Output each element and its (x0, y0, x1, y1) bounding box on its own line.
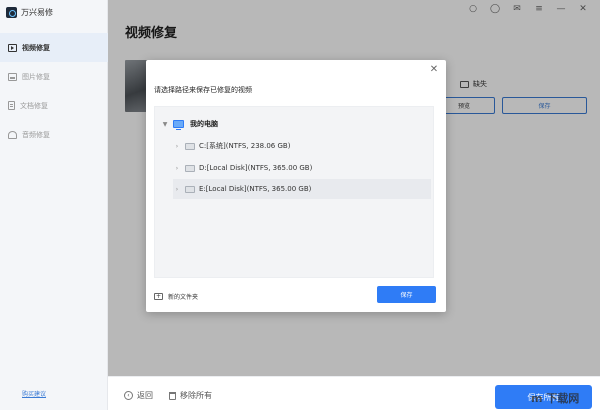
app-logo-icon (6, 6, 17, 18)
drive-label: C:[系统](NTFS, 238.06 GB) (199, 142, 291, 150)
drive-icon (185, 142, 195, 150)
sidebar-item-label: 音频修复 (22, 130, 50, 139)
sidebar-nav: 视频修复 图片修复 文档修复 音频修复 (0, 33, 108, 149)
chevron-right-icon[interactable]: › (173, 143, 181, 150)
folder-tree: ▼ 我的电脑 › C:[系统](NTFS, 238.06 GB) › D:[Lo… (154, 106, 434, 278)
document-icon (8, 101, 15, 110)
remove-all-label: 移除所有 (180, 391, 212, 400)
bottom-bar: ‹ 返回 移除所有 保存所有 (108, 376, 600, 410)
trash-icon (169, 391, 176, 400)
remove-all-button[interactable]: 移除所有 (169, 390, 212, 401)
sidebar-item-label: 文档修复 (20, 101, 48, 110)
drive-row-d[interactable]: › D:[Local Disk](NTFS, 365.00 GB) (173, 158, 431, 178)
brand: 万兴易修 (6, 5, 53, 19)
new-folder-button[interactable]: + 新的文件夹 (154, 292, 198, 301)
drive-icon (185, 164, 195, 172)
app-name: 万兴易修 (21, 7, 53, 17)
drive-label: E:[Local Disk](NTFS, 365.00 GB) (199, 185, 312, 193)
back-arrow-icon: ‹ (124, 391, 133, 400)
audio-icon (8, 130, 17, 139)
dialog-title: 请选择路径来保存已修复的视频 (154, 86, 252, 94)
tutorial-link[interactable]: 购买建议 (22, 389, 46, 398)
save-path-dialog: ✕ 请选择路径来保存已修复的视频 ▼ 我的电脑 › C:[系统](NTFS, 2… (146, 60, 446, 312)
tree-root-label: 我的电脑 (190, 120, 218, 128)
computer-icon (173, 120, 184, 130)
sidebar: 万兴易修 视频修复 图片修复 文档修复 音频修复 购买建议 (0, 0, 108, 410)
drive-row-e[interactable]: › E:[Local Disk](NTFS, 365.00 GB) (173, 179, 431, 199)
back-label: 返回 (137, 391, 153, 400)
sidebar-item-video-repair[interactable]: 视频修复 (0, 33, 108, 62)
close-icon[interactable]: ✕ (429, 65, 439, 75)
image-icon (8, 72, 17, 81)
drive-icon (185, 185, 195, 193)
sidebar-item-photo-repair[interactable]: 图片修复 (0, 62, 108, 91)
sidebar-item-audio-repair[interactable]: 音频修复 (0, 120, 108, 149)
drive-row-c[interactable]: › C:[系统](NTFS, 238.06 GB) (173, 136, 431, 156)
tree-root-my-computer[interactable]: ▼ 我的电脑 (161, 117, 218, 131)
sidebar-item-label: 图片修复 (22, 72, 50, 81)
chevron-right-icon[interactable]: › (173, 186, 181, 193)
watermark: m 下载网 (531, 392, 580, 405)
chevron-right-icon[interactable]: › (173, 165, 181, 172)
new-folder-icon: + (154, 293, 163, 300)
new-folder-label: 新的文件夹 (168, 294, 199, 301)
sidebar-item-label: 视频修复 (22, 43, 50, 52)
sidebar-item-document-repair[interactable]: 文档修复 (0, 91, 108, 120)
drive-label: D:[Local Disk](NTFS, 365.00 GB) (199, 164, 313, 172)
video-icon (8, 43, 17, 52)
back-button[interactable]: ‹ 返回 (124, 390, 153, 401)
dialog-save-button[interactable]: 保存 (377, 286, 436, 303)
chevron-down-icon[interactable]: ▼ (161, 121, 169, 128)
app-window: 万兴易修 视频修复 图片修复 文档修复 音频修复 购买建议 视频修复 ○ ◯ ✉… (0, 0, 600, 410)
